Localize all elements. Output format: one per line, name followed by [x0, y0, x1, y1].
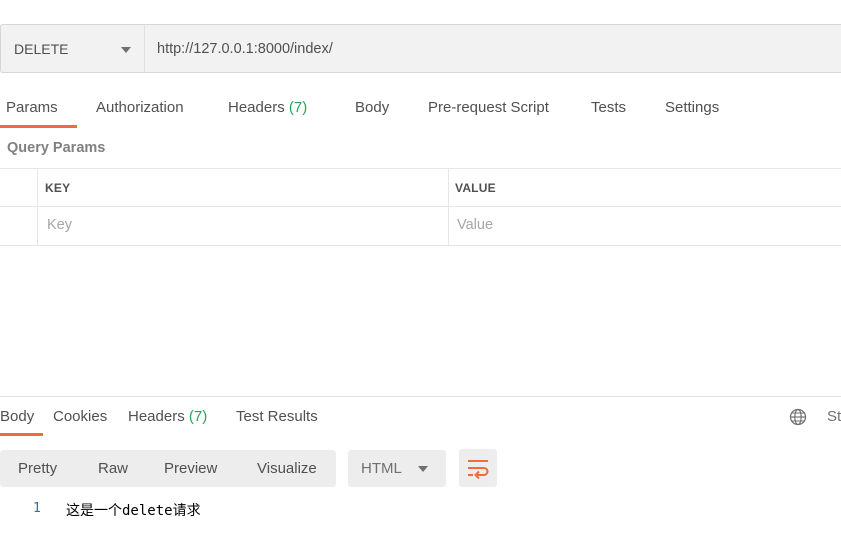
tab-label: Headers: [128, 408, 185, 425]
globe-icon[interactable]: [789, 408, 807, 426]
tab-headers[interactable]: Headers (7): [228, 99, 307, 116]
value-placeholder: Value: [457, 217, 494, 233]
wrap-lines-button[interactable]: [459, 449, 497, 487]
tab-pre-request-script[interactable]: Pre-request Script: [428, 99, 549, 116]
url-text: http://127.0.0.1:8000/index/: [157, 41, 333, 57]
response-tab-cookies[interactable]: Cookies: [53, 408, 107, 425]
key-input[interactable]: Key: [38, 207, 448, 245]
response-divider: [0, 396, 841, 397]
tab-label: Headers: [228, 99, 285, 116]
response-tab-headers[interactable]: Headers (7): [128, 408, 207, 425]
active-tab-indicator: [0, 125, 77, 128]
chevron-down-icon: [418, 466, 428, 472]
tab-tests[interactable]: Tests: [591, 99, 626, 116]
language-label: HTML: [361, 460, 402, 477]
tab-label: Body: [0, 408, 35, 425]
view-pretty-button[interactable]: Pretty: [18, 460, 57, 477]
column-header-value: VALUE: [455, 181, 496, 195]
tab-label: Cookies: [53, 408, 108, 425]
table-border-bottom: [0, 245, 841, 246]
tab-label: Params: [6, 99, 58, 116]
response-tab-test-results[interactable]: Test Results: [236, 408, 318, 425]
tab-authorization[interactable]: Authorization: [96, 99, 184, 116]
table-border-top: [0, 168, 841, 169]
line-number: 1: [33, 501, 41, 516]
language-select[interactable]: HTML: [348, 450, 446, 487]
tab-label: Tests: [591, 99, 627, 116]
tab-count: (7): [288, 99, 308, 116]
tab-label: Authorization: [96, 99, 184, 116]
view-mode-group: Pretty Raw Preview Visualize: [0, 450, 336, 487]
view-visualize-button[interactable]: Visualize: [257, 460, 317, 477]
url-input[interactable]: http://127.0.0.1:8000/index/: [144, 24, 841, 73]
tab-label: Body: [355, 99, 390, 116]
key-placeholder: Key: [47, 217, 72, 233]
wrap-lines-icon: [468, 460, 489, 479]
tab-settings[interactable]: Settings: [665, 99, 719, 116]
method-select[interactable]: DELETE: [0, 24, 144, 73]
tab-label: Test Results: [236, 408, 318, 425]
tab-count: (7): [188, 408, 208, 425]
query-params-title: Query Params: [7, 140, 106, 156]
chevron-down-icon: [121, 47, 131, 53]
tab-params[interactable]: Params: [6, 99, 58, 116]
status-label: St: [827, 408, 841, 425]
tab-label: Pre-request Script: [428, 99, 549, 116]
tab-body[interactable]: Body: [355, 99, 389, 116]
response-tab-body[interactable]: Body: [0, 408, 34, 425]
active-response-tab-indicator: [0, 433, 43, 436]
view-preview-button[interactable]: Preview: [164, 460, 217, 477]
tab-label: Settings: [665, 99, 720, 116]
method-label: DELETE: [14, 41, 69, 57]
column-header-key: KEY: [45, 181, 71, 195]
value-input[interactable]: Value: [449, 207, 841, 245]
view-raw-button[interactable]: Raw: [98, 460, 128, 477]
response-body-line: 这是一个delete请求: [66, 503, 201, 519]
